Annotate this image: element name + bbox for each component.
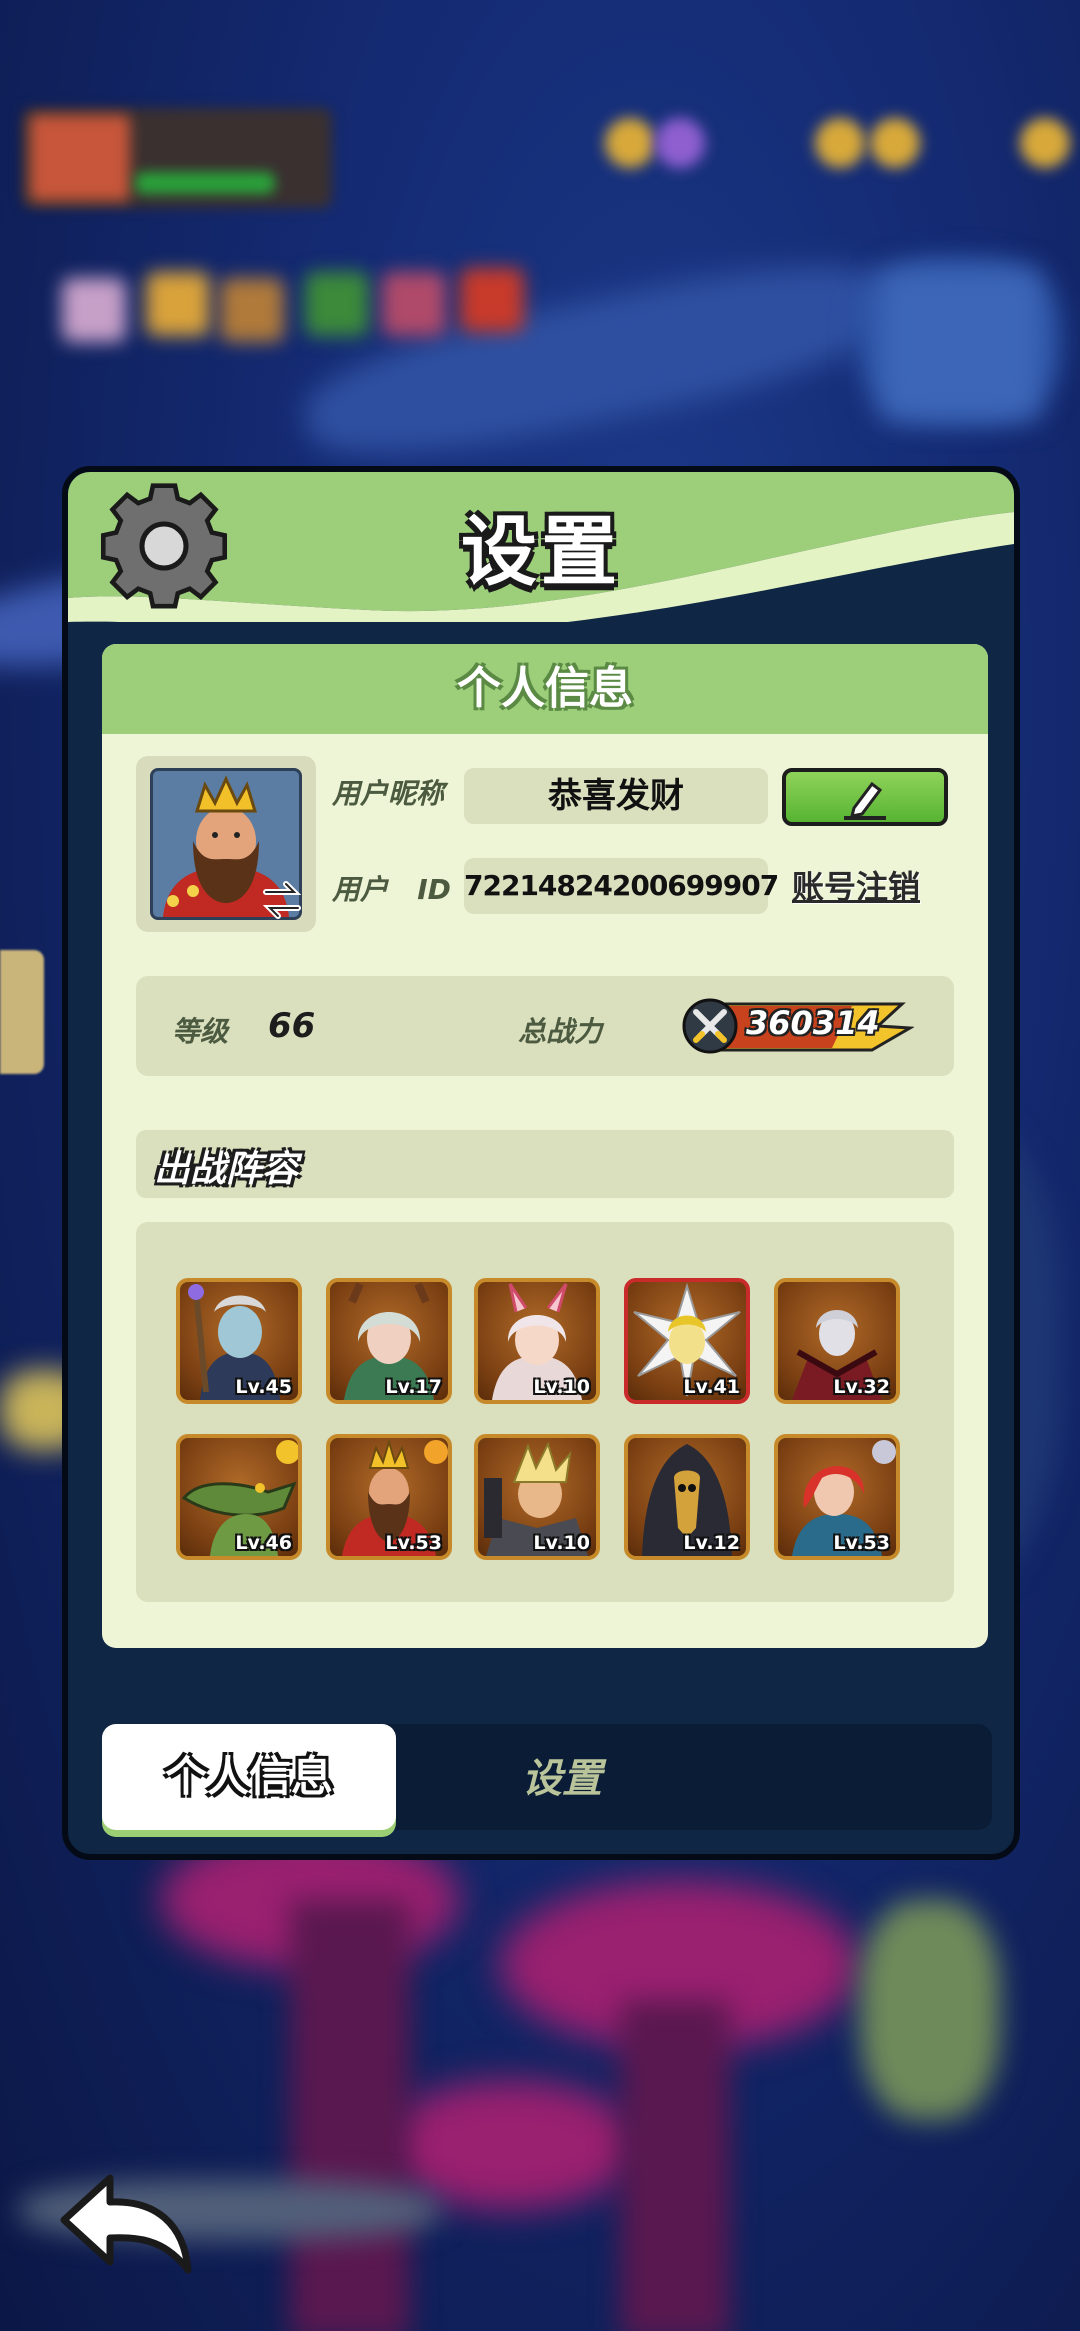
power-label: 总战力: [518, 1015, 603, 1048]
lineup-title: 出战阵容: [154, 1149, 299, 1190]
edit-nickname-button[interactable]: [782, 768, 948, 826]
hero-level: Lv.41: [683, 1376, 740, 1398]
level-value: 66: [268, 1006, 316, 1046]
tab-bar: 个人信息 设置: [102, 1724, 992, 1830]
hero-level: Lv.45: [235, 1376, 292, 1398]
dialog-title: 设置: [461, 507, 621, 596]
settings-dialog: 设置 个人信息 用户昵称 恭喜发财 用户 ID 7221482420069990…: [62, 466, 1020, 1860]
tab-personal-info[interactable]: 个人信息: [102, 1724, 396, 1830]
back-arrow-icon[interactable]: [56, 2170, 196, 2280]
profile-panel: 个人信息 用户昵称 恭喜发财 用户 ID 72214824200699907 账…: [102, 644, 988, 1648]
hero-level: Lv.32: [833, 1376, 890, 1398]
hero-level: Lv.53: [385, 1532, 442, 1554]
hero-slot-8[interactable]: Lv.10: [474, 1434, 600, 1560]
side-gadget[interactable]: [0, 950, 44, 1074]
hero-slot-3[interactable]: Lv.10: [474, 1278, 600, 1404]
nickname-field: 恭喜发财: [464, 768, 768, 824]
id-label: 用户 ID: [332, 873, 451, 906]
hero-slot-9[interactable]: Lv.12: [624, 1434, 750, 1560]
tab-settings[interactable]: 设置: [402, 1724, 722, 1830]
hero-slot-10[interactable]: Lv.53: [774, 1434, 900, 1560]
hero-slot-4[interactable]: Lv.41: [624, 1278, 750, 1404]
hero-level: Lv.53: [833, 1532, 890, 1554]
hero-level: Lv.10: [533, 1376, 590, 1398]
swap-icon[interactable]: [260, 880, 304, 920]
power-value: 360314: [746, 1004, 880, 1042]
user-id-field: 72214824200699907: [464, 858, 779, 914]
hero-level: Lv.10: [533, 1532, 590, 1554]
level-label: 等级: [172, 1015, 229, 1048]
hero-level: Lv.12: [683, 1532, 740, 1554]
hero-level: Lv.46: [235, 1532, 292, 1554]
hero-slot-5[interactable]: Lv.32: [774, 1278, 900, 1404]
account-cancel-link[interactable]: 账号注销: [792, 862, 920, 908]
hero-slot-1[interactable]: Lv.45: [176, 1278, 302, 1404]
lineup-header: 出战阵容: [136, 1130, 954, 1198]
hero-slot-2[interactable]: Lv.17: [326, 1278, 452, 1404]
section-title: 个人信息: [102, 644, 988, 734]
hero-level: Lv.17: [385, 1376, 442, 1398]
hero-slot-7[interactable]: Lv.53: [326, 1434, 452, 1560]
power-badge: 360314: [682, 998, 916, 1054]
nickname-label: 用户昵称: [332, 777, 445, 810]
stats-bar: 等级 66 总战力 360314: [136, 976, 954, 1076]
hero-slot-6[interactable]: Lv.46: [176, 1434, 302, 1560]
edit-icon: [844, 781, 886, 820]
swords-icon: [693, 1009, 727, 1043]
avatar-frame[interactable]: [136, 756, 316, 932]
